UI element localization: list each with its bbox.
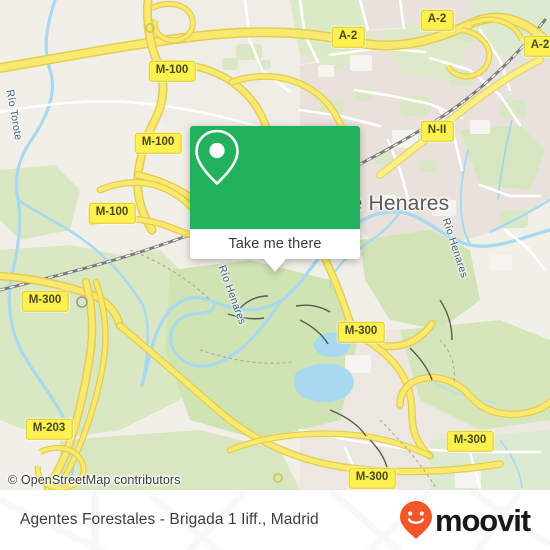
road-shield: M-300 (337, 321, 385, 343)
road-shield: A-2 (523, 35, 550, 57)
moovit-logo[interactable]: moovit (399, 500, 531, 540)
road-shield: M-100 (148, 60, 196, 82)
location-popup-card[interactable]: Take me there (190, 126, 360, 272)
road-shield: M-203 (25, 418, 73, 440)
road-shield: A-2 (420, 9, 454, 31)
popup-marker-area (190, 126, 360, 229)
moovit-pin-smiley-icon (399, 501, 432, 539)
map-attribution: © OpenStreetMap contributors (8, 473, 181, 487)
moovit-wordmark: moovit (434, 502, 531, 538)
popup-tail (264, 259, 286, 272)
city-label: e Henares (350, 192, 450, 215)
take-me-there-label: Take me there (228, 235, 322, 252)
road-shield: M-300 (21, 290, 69, 312)
moovit-map-screen: A-2 A-2 A-2 N-II M-100 M-100 M-100 M-300 M-203 M-… (0, 0, 550, 550)
road-shield: M-300 (446, 430, 494, 452)
road-shield: M-300 (348, 467, 396, 489)
road-shield: M-100 (134, 132, 182, 154)
road-shield: M-100 (88, 202, 136, 224)
location-title: Agentes Forestales - Brigada 1 Iiff., Ma… (20, 511, 319, 528)
map-canvas[interactable]: A-2 A-2 A-2 N-II M-100 M-100 M-100 M-300 M-203 M-… (0, 0, 550, 490)
popup-cta-area[interactable]: Take me there (190, 229, 360, 272)
road-shield: N-II (420, 120, 454, 142)
road-shield: A-2 (331, 26, 365, 48)
map-pin-icon (195, 129, 239, 185)
footer-bar: Agentes Forestales - Brigada 1 Iiff., Ma… (0, 490, 550, 550)
